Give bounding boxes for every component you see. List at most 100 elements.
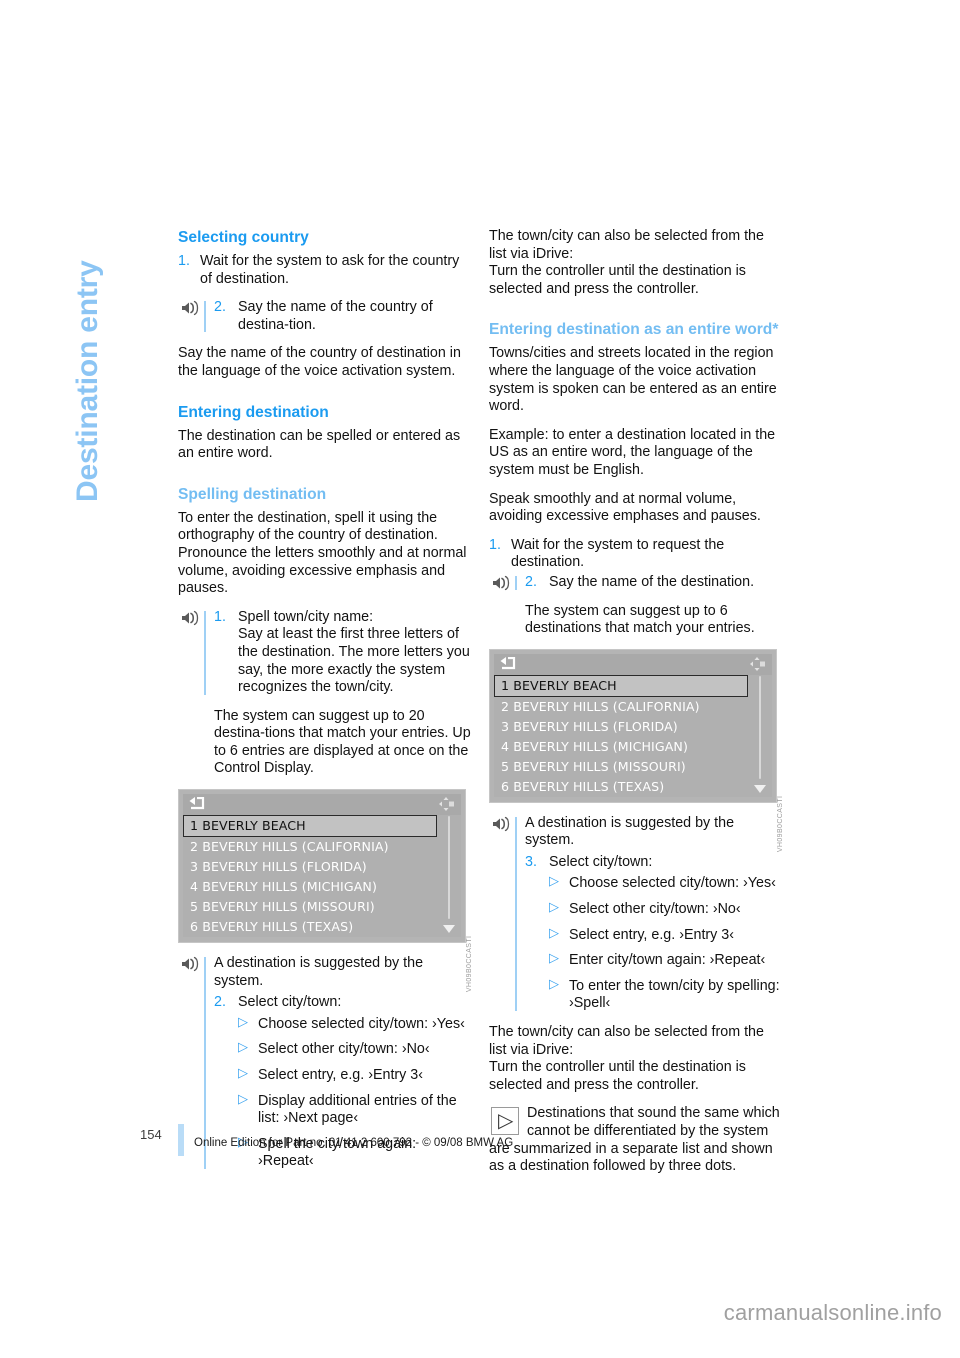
list-item-label: Choose selected city/town: ›Yes‹ <box>258 1015 465 1032</box>
scroll-down-arrow-icon[interactable] <box>443 925 455 934</box>
triangle-bullet-icon <box>238 1066 248 1080</box>
chapter-title: Destination entry <box>71 260 104 502</box>
speak-command-icon <box>180 300 200 316</box>
list-item: To enter the town/city by spelling: ›Spe… <box>549 977 785 1013</box>
nav-top-bar <box>183 794 461 816</box>
step-number: 1. <box>489 536 501 553</box>
step-text: Wait for the system to ask for the count… <box>200 253 460 287</box>
nav-list-item[interactable]: 5 BEVERLY HILLS (MISSOURI) <box>183 897 461 917</box>
paragraph-entire-word-1: Towns/cities and streets located in the … <box>489 345 777 415</box>
paragraph-idrive-turn: Turn the controller until the destinatio… <box>489 263 746 297</box>
paragraph-entire-word-3: Speak smoothly and at normal volume, avo… <box>489 490 761 525</box>
scrollbar-track[interactable] <box>448 816 450 920</box>
step-title: Select city/town: <box>549 853 653 870</box>
step-text: Say the name of the destination. <box>549 573 755 590</box>
manual-page: Destination entry Selecting country 1. W… <box>0 0 960 1358</box>
list-item-label: Enter city/town again: ›Repeat‹ <box>569 952 766 969</box>
select-voice-group: A destination is suggested by the system… <box>489 815 785 1013</box>
triangle-bullet-icon <box>549 874 559 888</box>
heading-entering-destination: Entering destination <box>178 403 329 421</box>
nav-list-item[interactable]: 4 BEVERLY HILLS (MICHIGAN) <box>183 877 461 897</box>
spell-voice-group: 1. Spell town/city name: Say at least th… <box>178 609 474 697</box>
paragraph-entering: The destination can be spelled or entere… <box>178 427 461 462</box>
voice-step-group: 2. Say the name of the destination. <box>489 574 785 592</box>
nav-list-item[interactable]: 4 BEVERLY HILLS (MICHIGAN) <box>494 737 772 757</box>
note-destination-suggested: A destination is suggested by the system… <box>525 814 735 849</box>
step-number: 3. <box>525 853 537 870</box>
voice-step-group: 2. Say the name of the country of destin… <box>178 299 474 334</box>
speak-command-icon <box>180 610 200 626</box>
page-number: 154 <box>140 1127 162 1142</box>
paragraph-entire-word-2: Example: to enter a destination located … <box>489 426 776 478</box>
speak-command-icon <box>491 816 511 832</box>
nav-list-item[interactable]: 3 BEVERLY HILLS (FLORIDA) <box>183 857 461 877</box>
step-item: 3. Select city/town: Choose selected cit… <box>525 854 785 1013</box>
scroll-down-arrow-icon[interactable] <box>754 784 766 793</box>
step-item: 1. Wait for the system to ask for the co… <box>178 253 474 288</box>
triangle-bullet-icon <box>238 1015 248 1029</box>
list-item: Choose selected city/town: ›Yes‹ <box>549 874 785 893</box>
step-number: 1. <box>214 608 226 625</box>
voice-command-bullets: Choose selected city/town: ›Yes‹ Select … <box>549 874 785 1013</box>
heading-selecting-country: Selecting country <box>178 229 309 246</box>
paragraph-suggest-6: The system can suggest up to 6 destinati… <box>525 602 755 637</box>
nav-scrollbar[interactable] <box>754 675 766 793</box>
list-item-label: To enter the town/city by spelling: ›Spe… <box>569 977 780 1012</box>
list-item-label: Choose selected city/town: ›Yes‹ <box>569 875 776 892</box>
step-item: 2. Say the name of the destination. <box>525 574 785 592</box>
nav-result-list[interactable]: 1 BEVERLY BEACH 2 BEVERLY HILLS (CALIFOR… <box>183 815 461 938</box>
back-arrow-icon[interactable] <box>500 656 517 671</box>
speak-command-icon <box>180 956 200 972</box>
heading-spelling-destination: Spelling destination <box>178 485 327 503</box>
step-title: Spell town/city name: <box>238 608 374 625</box>
back-arrow-icon[interactable] <box>189 796 206 811</box>
speak-command-icon <box>491 575 511 591</box>
controller-cross-icon <box>438 796 454 812</box>
nav-list-item[interactable]: 2 BEVERLY HILLS (CALIFORNIA) <box>494 697 772 717</box>
step-item: 1. Wait for the system to request the de… <box>489 537 785 572</box>
step-number: 1. <box>178 253 190 269</box>
nav-list-item[interactable]: 6 BEVERLY HILLS (TEXAS) <box>183 917 461 937</box>
nav-screen: 1 BEVERLY BEACH 2 BEVERLY HILLS (CALIFOR… <box>494 653 772 797</box>
nav-screenshot-image: 1 BEVERLY BEACH 2 BEVERLY HILLS (CALIFOR… <box>178 789 473 993</box>
nav-list-item[interactable]: 3 BEVERLY HILLS (FLORIDA) <box>494 717 772 737</box>
list-item: Select other city/town: ›No‹ <box>238 1040 474 1059</box>
step-title: Select city/town: <box>238 994 342 1011</box>
paragraph-spelling: To enter the destination, spell it using… <box>178 509 467 597</box>
step-text: Say the name of the country of destina-t… <box>238 299 433 333</box>
nav-screenshot-image: 1 BEVERLY BEACH 2 BEVERLY HILLS (CALIFOR… <box>489 648 784 852</box>
nav-list-item[interactable]: 1 BEVERLY BEACH <box>183 815 437 838</box>
footer-edition-text: Online Edition for Part no. 01 41 2 600 … <box>194 1137 514 1149</box>
nav-list-item[interactable]: 1 BEVERLY BEACH <box>494 674 748 697</box>
step-text: Spell town/city name: Say at least the f… <box>238 609 474 697</box>
step-body: Say at least the first three letters of … <box>238 626 470 696</box>
list-item-label: Select other city/town: ›No‹ <box>258 1041 430 1058</box>
scrollbar-track[interactable] <box>759 675 761 779</box>
step-text: Wait for the system to request the desti… <box>511 536 725 571</box>
paragraph-suggest-20: The system can suggest up to 20 destina-… <box>214 707 471 777</box>
spell-steps: 1. Spell town/city name: Say at least th… <box>214 609 474 697</box>
note-destination-suggested: A destination is suggested by the system… <box>214 955 424 989</box>
nav-screen: 1 BEVERLY BEACH 2 BEVERLY HILLS (CALIFOR… <box>183 794 461 938</box>
controller-cross-icon <box>749 656 765 672</box>
triangle-bullet-icon <box>549 900 559 914</box>
paragraph-idrive-turn-2: Turn the controller until the destinatio… <box>489 1059 746 1093</box>
footer-rule <box>178 1124 184 1156</box>
list-item: Select entry, e.g. ›Entry 3‹ <box>549 926 785 945</box>
voice-steps: 2. Say the name of the country of destin… <box>214 299 474 334</box>
list-item: Display additional entries of the list: … <box>238 1092 474 1128</box>
list-item: Enter city/town again: ›Repeat‹ <box>549 951 785 970</box>
nav-scrollbar[interactable] <box>443 816 455 934</box>
step-item: 1. Spell town/city name: Say at least th… <box>214 609 474 697</box>
nav-list-item[interactable]: 6 BEVERLY HILLS (TEXAS) <box>494 777 772 797</box>
list-item: Select entry, e.g. ›Entry 3‹ <box>238 1066 474 1085</box>
list-item-label: Select entry, e.g. ›Entry 3‹ <box>569 926 735 943</box>
nav-list-item[interactable]: 2 BEVERLY HILLS (CALIFORNIA) <box>183 837 461 857</box>
triangle-bullet-icon <box>549 977 559 991</box>
selecting-country-steps: 1. Wait for the system to ask for the co… <box>178 253 474 288</box>
step-text: Select city/town: Choose selected city/t… <box>549 854 785 1013</box>
page-footer: 154 Online Edition for Part no. 01 41 2 … <box>140 1124 818 1164</box>
list-item-label: Display additional entries of the list: … <box>258 1092 457 1127</box>
nav-list-item[interactable]: 5 BEVERLY HILLS (MISSOURI) <box>494 757 772 777</box>
nav-result-list[interactable]: 1 BEVERLY BEACH 2 BEVERLY HILLS (CALIFOR… <box>494 674 772 797</box>
